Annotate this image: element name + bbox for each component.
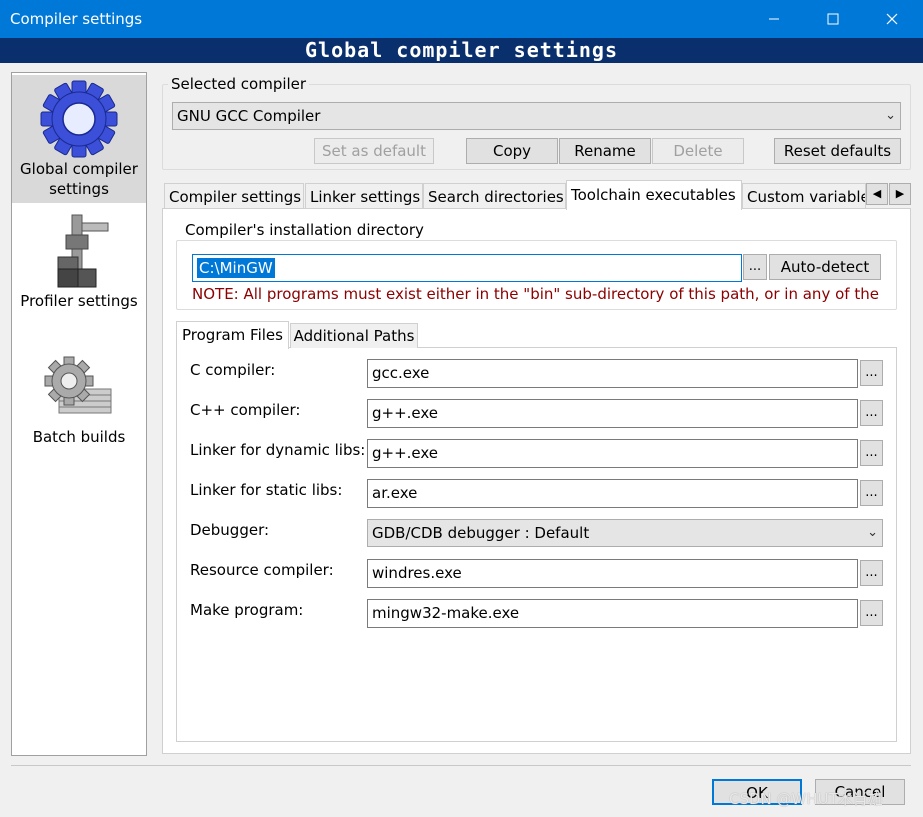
- subtab-program-files[interactable]: Program Files: [176, 321, 289, 349]
- close-icon: [886, 13, 898, 25]
- set-as-default-button[interactable]: Set as default: [314, 138, 434, 164]
- sidebar-item-batch-builds[interactable]: Batch builds: [12, 355, 146, 455]
- caliper-icon: [57, 214, 109, 288]
- selected-compiler-label: Selected compiler: [168, 75, 310, 93]
- title-bar: Compiler settings: [0, 0, 923, 38]
- watermark: CSDN @WHUT木肖雄: [729, 790, 883, 808]
- static-linker-browse-button[interactable]: ...: [860, 480, 883, 506]
- cpp-compiler-browse-button[interactable]: ...: [860, 400, 883, 426]
- reset-defaults-button[interactable]: Reset defaults: [774, 138, 901, 164]
- subtab-additional-paths[interactable]: Additional Paths: [290, 323, 418, 348]
- copy-button[interactable]: Copy: [466, 138, 558, 164]
- sidebar-item-label: Profiler settings: [20, 292, 138, 310]
- make-program-input[interactable]: mingw32-make.exe: [367, 599, 858, 628]
- compiler-select[interactable]: GNU GCC Compiler ⌄: [172, 102, 901, 130]
- dynamic-linker-browse-button[interactable]: ...: [860, 440, 883, 466]
- close-button[interactable]: [869, 0, 915, 38]
- dynamic-linker-label: Linker for dynamic libs:: [190, 441, 366, 459]
- tab-scroll-right-button[interactable]: ▶: [889, 183, 911, 205]
- footer-separator: [11, 765, 911, 766]
- maximize-button[interactable]: [810, 0, 856, 38]
- settings-category-list: Global compiler settings Profiler settin…: [11, 72, 147, 756]
- minimize-button[interactable]: [751, 0, 797, 38]
- sidebar-item-label: settings: [49, 180, 109, 198]
- resource-compiler-browse-button[interactable]: ...: [860, 560, 883, 586]
- batch-gear-icon: [44, 356, 112, 414]
- tab-linker-settings[interactable]: Linker settings: [305, 183, 423, 209]
- gear-icon: [40, 80, 118, 158]
- dynamic-linker-input[interactable]: g++.exe: [367, 439, 858, 468]
- cpp-compiler-label: C++ compiler:: [190, 401, 301, 419]
- c-compiler-browse-button[interactable]: ...: [860, 360, 883, 386]
- debugger-select[interactable]: GDB/CDB debugger : Default ⌄: [367, 519, 883, 547]
- minimize-icon: [769, 18, 779, 20]
- sidebar-item-global-compiler[interactable]: Global compiler settings: [12, 75, 146, 203]
- static-linker-label: Linker for static libs:: [190, 481, 343, 499]
- window-title: Compiler settings: [10, 10, 143, 28]
- sidebar-item-label: Global compiler: [20, 160, 138, 178]
- tab-search-directories[interactable]: Search directories: [423, 183, 566, 209]
- install-dir-browse-button[interactable]: ...: [743, 254, 767, 280]
- resource-compiler-label: Resource compiler:: [190, 561, 334, 579]
- delete-button[interactable]: Delete: [652, 138, 744, 164]
- make-program-browse-button[interactable]: ...: [860, 600, 883, 626]
- install-dir-input[interactable]: C:\MinGW: [192, 254, 742, 282]
- tab-custom-variables[interactable]: Custom variable: [742, 183, 866, 209]
- chevron-down-icon: ⌄: [867, 525, 878, 540]
- install-dir-label: Compiler's installation directory: [182, 221, 427, 239]
- install-dir-value: C:\MinGW: [197, 258, 275, 278]
- resource-compiler-input[interactable]: windres.exe: [367, 559, 858, 588]
- rename-button[interactable]: Rename: [559, 138, 651, 164]
- debugger-select-value: GDB/CDB debugger : Default: [372, 524, 590, 542]
- debugger-label: Debugger:: [190, 521, 270, 539]
- tab-toolchain-executables[interactable]: Toolchain executables: [566, 180, 742, 210]
- c-compiler-label: C compiler:: [190, 361, 276, 379]
- install-dir-note: NOTE: All programs must exist either in …: [192, 285, 879, 303]
- static-linker-input[interactable]: ar.exe: [367, 479, 858, 508]
- cpp-compiler-input[interactable]: g++.exe: [367, 399, 858, 428]
- tab-compiler-settings[interactable]: Compiler settings: [164, 183, 304, 209]
- auto-detect-button[interactable]: Auto-detect: [769, 254, 881, 280]
- tab-scroll-left-button[interactable]: ◀: [866, 183, 888, 205]
- maximize-icon: [827, 13, 839, 25]
- compiler-select-value: GNU GCC Compiler: [177, 107, 321, 125]
- chevron-down-icon: ⌄: [885, 108, 896, 123]
- c-compiler-input[interactable]: gcc.exe: [367, 359, 858, 388]
- sidebar-item-profiler[interactable]: Profiler settings: [12, 213, 146, 313]
- make-program-label: Make program:: [190, 601, 304, 619]
- page-banner: Global compiler settings: [0, 38, 923, 63]
- sidebar-item-label: Batch builds: [32, 428, 126, 446]
